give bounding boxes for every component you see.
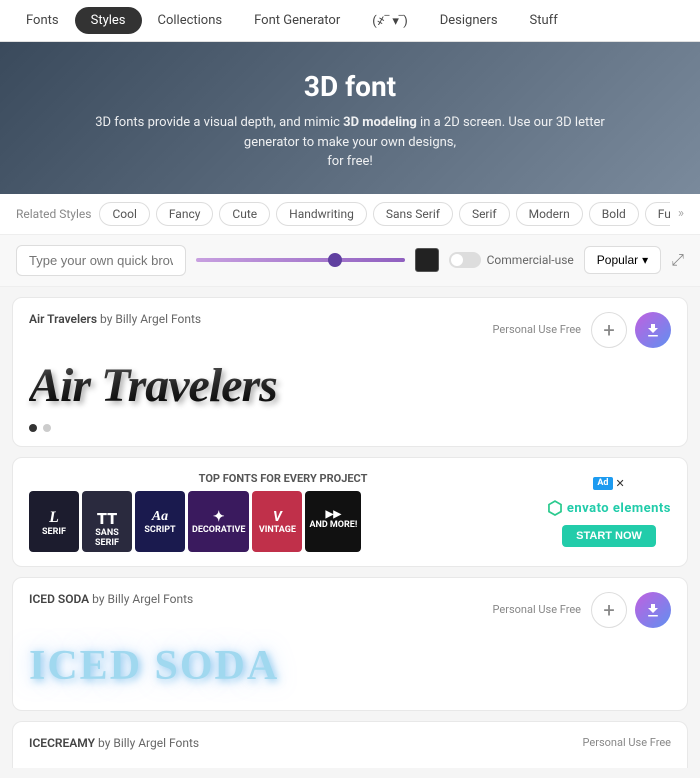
download-button-iced[interactable]	[635, 592, 671, 628]
font-author-icecreamy: by Billy Argel Fonts	[98, 736, 199, 750]
commercial-use-toggle-container: Commercial-use	[449, 252, 574, 268]
related-tag-cool[interactable]: Cool	[99, 202, 149, 226]
envato-logo: ⬡ envato elements	[547, 498, 671, 519]
font-card-title: Air Travelers by Billy Argel Fonts	[29, 312, 201, 326]
nav-fonts[interactable]: Fonts	[10, 3, 75, 38]
iced-soda-preview: ICED SODA	[29, 642, 279, 690]
color-swatch[interactable]	[415, 248, 439, 272]
download-icon	[645, 322, 661, 338]
font-name-icecreamy: ICECREAMY	[29, 736, 95, 750]
related-tag-cute[interactable]: Cute	[219, 202, 270, 226]
font-dots	[29, 424, 671, 432]
ad-banner: TOP FONTS FOR EVERY PROJECT LSERIF TTSAN…	[12, 457, 688, 567]
ad-cat-sans[interactable]: TTSANSSERIF	[82, 491, 132, 552]
dot-2[interactable]	[43, 424, 51, 432]
font-name: Air Travelers	[29, 312, 97, 326]
hero-description-free: for free!	[327, 154, 373, 169]
dot-1[interactable]	[29, 424, 37, 432]
font-preview: Air Travelers	[29, 356, 671, 416]
ad-cat-vintage[interactable]: VVINTAGE	[252, 491, 302, 552]
ad-right: Ad ✕ ⬡ envato elements START NOW	[547, 477, 671, 547]
related-tag-fun[interactable]: Fun	[645, 202, 670, 226]
navigation: Fonts Styles Collections Font Generator …	[0, 0, 700, 42]
font-card-header: Air Travelers by Billy Argel Fonts Perso…	[29, 312, 671, 348]
close-ad-icon[interactable]: ✕	[616, 477, 625, 490]
commercial-use-label: Commercial-use	[487, 253, 574, 267]
size-slider-container	[196, 258, 405, 262]
related-tag-handwriting[interactable]: Handwriting	[276, 202, 367, 226]
related-tag-sans-serif[interactable]: Sans Serif	[373, 202, 453, 226]
related-more-icon[interactable]: »	[678, 206, 684, 221]
ad-cat-script[interactable]: AaSCRIPT	[135, 491, 185, 552]
size-slider[interactable]	[196, 258, 405, 262]
nav-stuff[interactable]: Stuff	[514, 3, 574, 38]
envato-name: envato elements	[567, 501, 671, 516]
font-card-air-travelers: Air Travelers by Billy Argel Fonts Perso…	[12, 297, 688, 447]
ad-cat-serif[interactable]: LSERIF	[29, 491, 79, 552]
font-card-actions: +	[591, 312, 671, 348]
nav-emoji[interactable]: (҂‾ ▾‾)	[356, 3, 424, 39]
font-author-iced: by Billy Argel Fonts	[92, 592, 193, 606]
download-icon-iced	[645, 602, 661, 618]
related-styles-bar: Related Styles Cool Fancy Cute Handwriti…	[0, 194, 700, 235]
ad-categories: LSERIF TTSANSSERIF AaSCRIPT ✦DECORATIVE …	[29, 491, 537, 552]
download-button[interactable]	[635, 312, 671, 348]
commercial-use-toggle[interactable]	[449, 252, 481, 268]
related-tags-list: Cool Fancy Cute Handwriting Sans Serif S…	[99, 202, 669, 226]
popular-label: Popular	[597, 253, 638, 267]
air-travelers-preview: Air Travelers	[29, 358, 277, 413]
popular-arrow-icon: ▾	[642, 253, 648, 267]
related-tag-fancy[interactable]: Fancy	[156, 202, 214, 226]
popular-dropdown[interactable]: Popular ▾	[584, 246, 661, 274]
nav-collections[interactable]: Collections	[142, 3, 239, 38]
ad-cat-decorative[interactable]: ✦DECORATIVE	[188, 491, 249, 552]
related-tag-serif[interactable]: Serif	[459, 202, 510, 226]
ad-label: Ad	[593, 477, 612, 490]
font-name-iced: ICED SODA	[29, 592, 89, 606]
font-badge: Personal Use Free	[493, 323, 581, 336]
font-badge-icecreamy: Personal Use Free	[583, 736, 671, 749]
add-to-collection-button[interactable]: +	[591, 312, 627, 348]
font-card-icecreamy-title: ICECREAMY by Billy Argel Fonts	[29, 736, 199, 750]
hero-section: 3D font 3D fonts provide a visual depth,…	[0, 42, 700, 194]
hero-title: 3D font	[20, 70, 680, 103]
font-card-iced-title: ICED SODA by Billy Argel Fonts	[29, 592, 193, 606]
nav-styles[interactable]: Styles	[75, 7, 142, 34]
start-now-button[interactable]: START NOW	[562, 525, 656, 547]
filter-bar: Commercial-use Popular ▾ ⤢	[0, 235, 700, 287]
ad-inner: TOP FONTS FOR EVERY PROJECT LSERIF TTSAN…	[29, 472, 537, 552]
font-author: by Billy Argel Fonts	[100, 312, 201, 326]
font-card-icecreamy: ICECREAMY by Billy Argel Fonts Personal …	[12, 721, 688, 768]
ad-badge-area: Ad ✕	[593, 477, 624, 490]
font-card-iced-header: ICED SODA by Billy Argel Fonts Personal …	[29, 592, 671, 628]
ad-cat-more[interactable]: ▶▶AND MORE!	[305, 491, 361, 552]
font-card-actions-iced: +	[591, 592, 671, 628]
related-tag-bold[interactable]: Bold	[589, 202, 639, 226]
nav-designers[interactable]: Designers	[424, 3, 514, 38]
related-styles-label: Related Styles	[16, 207, 91, 221]
font-card-icecreamy-header: ICECREAMY by Billy Argel Fonts Personal …	[29, 736, 671, 750]
search-input[interactable]	[16, 245, 186, 276]
font-badge-iced: Personal Use Free	[493, 603, 581, 616]
add-to-collection-button-iced[interactable]: +	[591, 592, 627, 628]
nav-font-generator[interactable]: Font Generator	[238, 3, 356, 38]
font-card-iced-soda: ICED SODA by Billy Argel Fonts Personal …	[12, 577, 688, 711]
ad-title: TOP FONTS FOR EVERY PROJECT	[29, 472, 537, 485]
share-icon[interactable]: ⤢	[671, 250, 684, 270]
font-preview-iced: ICED SODA	[29, 636, 671, 696]
related-tag-modern[interactable]: Modern	[516, 202, 583, 226]
hero-description: 3D fonts provide a visual depth, and mim…	[70, 113, 630, 172]
